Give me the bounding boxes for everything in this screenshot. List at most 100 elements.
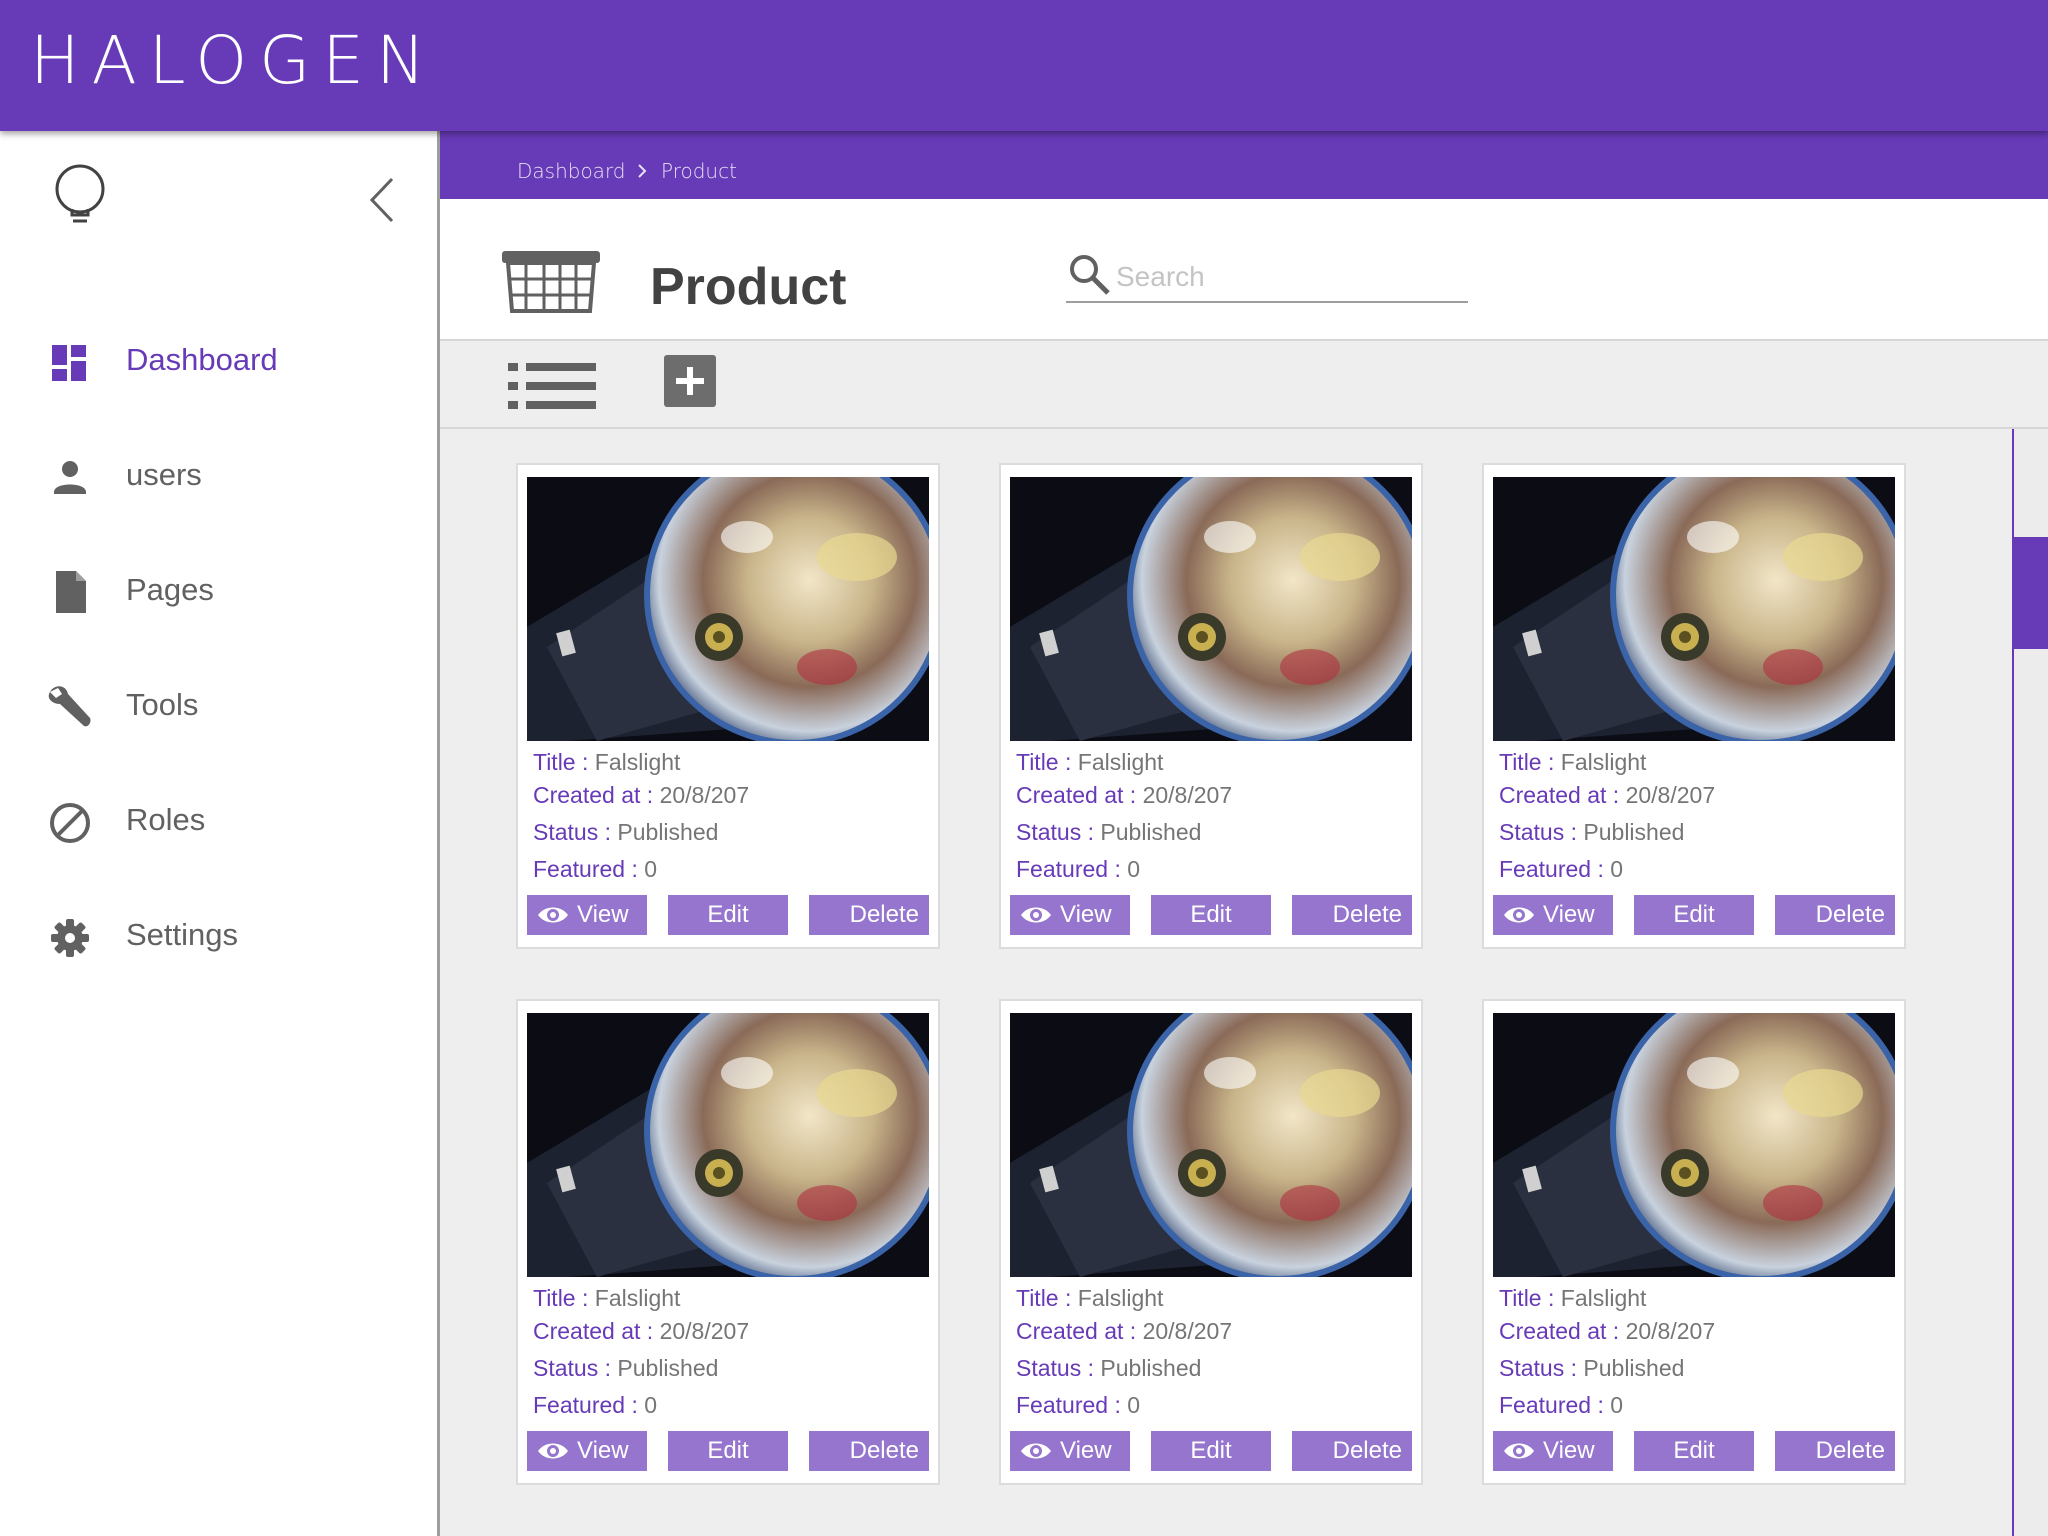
- eye-icon: [538, 1443, 568, 1459]
- card-status-row: Status : Published: [1016, 1355, 1202, 1381]
- app-logo[interactable]: HALOGEN: [30, 24, 437, 98]
- card-created-row: Created at : 20/8/207: [1499, 1318, 1716, 1344]
- sidebar-item-settings[interactable]: Settings: [0, 888, 437, 978]
- eye-icon: [1021, 907, 1051, 923]
- collapse-sidebar-icon[interactable]: [368, 175, 398, 230]
- gear-icon: [44, 912, 96, 964]
- product-card: Title : Falslight Created at : 20/8/207 …: [1482, 463, 1906, 949]
- scrollbar-thumb[interactable]: [2014, 537, 2048, 649]
- card-title-row: Title : Falslight: [1499, 1285, 1647, 1311]
- card-title-row: Title : Falslight: [1499, 749, 1647, 775]
- sidebar-item-tools[interactable]: Tools: [0, 658, 437, 748]
- toolbar: [440, 339, 2048, 429]
- app-header: HALOGEN: [0, 0, 2048, 131]
- add-product-button[interactable]: [664, 355, 716, 407]
- product-image[interactable]: [1493, 1013, 1895, 1277]
- product-image[interactable]: [527, 1013, 929, 1277]
- plus-icon: [676, 367, 704, 395]
- card-status-value: Published: [617, 819, 719, 845]
- sidebar-item-pages[interactable]: Pages: [0, 543, 437, 633]
- card-created-value: 20/8/207: [659, 1318, 750, 1344]
- wrench-icon: [44, 682, 96, 734]
- breadcrumb-current: Product: [661, 159, 737, 183]
- card-title-value: Falslight: [594, 1285, 681, 1311]
- card-featured-value: 0: [1610, 1392, 1624, 1418]
- page-icon: [44, 567, 96, 619]
- eye-icon: [538, 907, 568, 923]
- product-card: Title : Falslight Created at : 20/8/207 …: [516, 463, 940, 949]
- card-created-value: 20/8/207: [1625, 782, 1716, 808]
- card-title-value: Falslight: [1560, 1285, 1647, 1311]
- card-title-row: Title : Falslight: [1016, 749, 1164, 775]
- card-featured-value: 0: [1610, 856, 1624, 882]
- edit-button[interactable]: Edit: [1634, 895, 1754, 935]
- sidebar-item-label: users: [126, 457, 202, 492]
- sidebar-item-label: Tools: [126, 687, 199, 722]
- user-icon: [44, 452, 96, 504]
- edit-button[interactable]: Edit: [1151, 895, 1271, 935]
- card-created-row: Created at : 20/8/207: [533, 782, 750, 808]
- product-image[interactable]: [1010, 1013, 1412, 1277]
- view-button[interactable]: View: [527, 895, 647, 935]
- edit-button[interactable]: Edit: [1634, 1431, 1754, 1471]
- card-created-row: Created at : 20/8/207: [1499, 782, 1716, 808]
- sidebar-item-label: Settings: [126, 917, 239, 952]
- card-featured-row: Featured : 0: [1016, 856, 1141, 882]
- card-created-row: Created at : 20/8/207: [533, 1318, 750, 1344]
- card-status-row: Status : Published: [1016, 819, 1202, 845]
- card-title-value: Falslight: [1077, 749, 1164, 775]
- delete-button[interactable]: Delete: [809, 1431, 929, 1471]
- card-featured-row: Featured : 0: [533, 1392, 658, 1418]
- view-button[interactable]: View: [1493, 1431, 1613, 1471]
- card-title-row: Title : Falslight: [1016, 1285, 1164, 1311]
- edit-button[interactable]: Edit: [1151, 1431, 1271, 1471]
- eye-icon: [1021, 1443, 1051, 1459]
- view-button[interactable]: View: [1493, 895, 1613, 935]
- dashboard-icon: [44, 337, 96, 389]
- card-status-value: Published: [617, 1355, 719, 1381]
- card-status-row: Status : Published: [1499, 819, 1685, 845]
- block-icon: [44, 797, 96, 849]
- breadcrumb: Dashboard Product: [440, 131, 2048, 199]
- card-featured-value: 0: [644, 1392, 658, 1418]
- edit-button[interactable]: Edit: [668, 1431, 788, 1471]
- view-button-label: View: [1060, 901, 1112, 928]
- card-title-row: Title : Falslight: [533, 749, 681, 775]
- card-title-value: Falslight: [1560, 749, 1647, 775]
- product-image[interactable]: [527, 477, 929, 741]
- delete-button[interactable]: Delete: [1775, 895, 1895, 935]
- sidebar-item-roles[interactable]: Roles: [0, 773, 437, 863]
- eye-icon: [1504, 907, 1534, 923]
- view-button-label: View: [1060, 1437, 1112, 1464]
- list-view-icon[interactable]: [506, 359, 598, 418]
- product-grid: Title : Falslight Created at : 20/8/207 …: [440, 429, 2048, 1536]
- card-status-row: Status : Published: [1499, 1355, 1685, 1381]
- card-created-value: 20/8/207: [659, 782, 750, 808]
- card-featured-row: Featured : 0: [1499, 856, 1624, 882]
- view-button[interactable]: View: [1010, 895, 1130, 935]
- card-status-row: Status : Published: [533, 819, 719, 845]
- search-box: [1066, 249, 1468, 303]
- delete-button[interactable]: Delete: [809, 895, 929, 935]
- breadcrumb-dashboard-link[interactable]: Dashboard: [517, 159, 626, 183]
- search-input[interactable]: [1116, 257, 1456, 297]
- card-created-value: 20/8/207: [1142, 1318, 1233, 1344]
- delete-button[interactable]: Delete: [1775, 1431, 1895, 1471]
- product-card: Title : Falslight Created at : 20/8/207 …: [1482, 999, 1906, 1485]
- edit-button[interactable]: Edit: [668, 895, 788, 935]
- card-status-value: Published: [1583, 1355, 1685, 1381]
- card-title-value: Falslight: [1077, 1285, 1164, 1311]
- eye-icon: [1504, 1443, 1534, 1459]
- delete-button[interactable]: Delete: [1292, 895, 1412, 935]
- delete-button[interactable]: Delete: [1292, 1431, 1412, 1471]
- product-image[interactable]: [1010, 477, 1412, 741]
- product-card: Title : Falslight Created at : 20/8/207 …: [999, 999, 1423, 1485]
- view-button[interactable]: View: [1010, 1431, 1130, 1471]
- sidebar-item-dashboard[interactable]: Dashboard: [0, 313, 437, 403]
- sidebar-item-users[interactable]: users: [0, 428, 437, 518]
- view-button-label: View: [1543, 901, 1595, 928]
- product-image[interactable]: [1493, 477, 1895, 741]
- view-button[interactable]: View: [527, 1431, 647, 1471]
- page-header: Product: [440, 199, 2048, 339]
- card-status-row: Status : Published: [533, 1355, 719, 1381]
